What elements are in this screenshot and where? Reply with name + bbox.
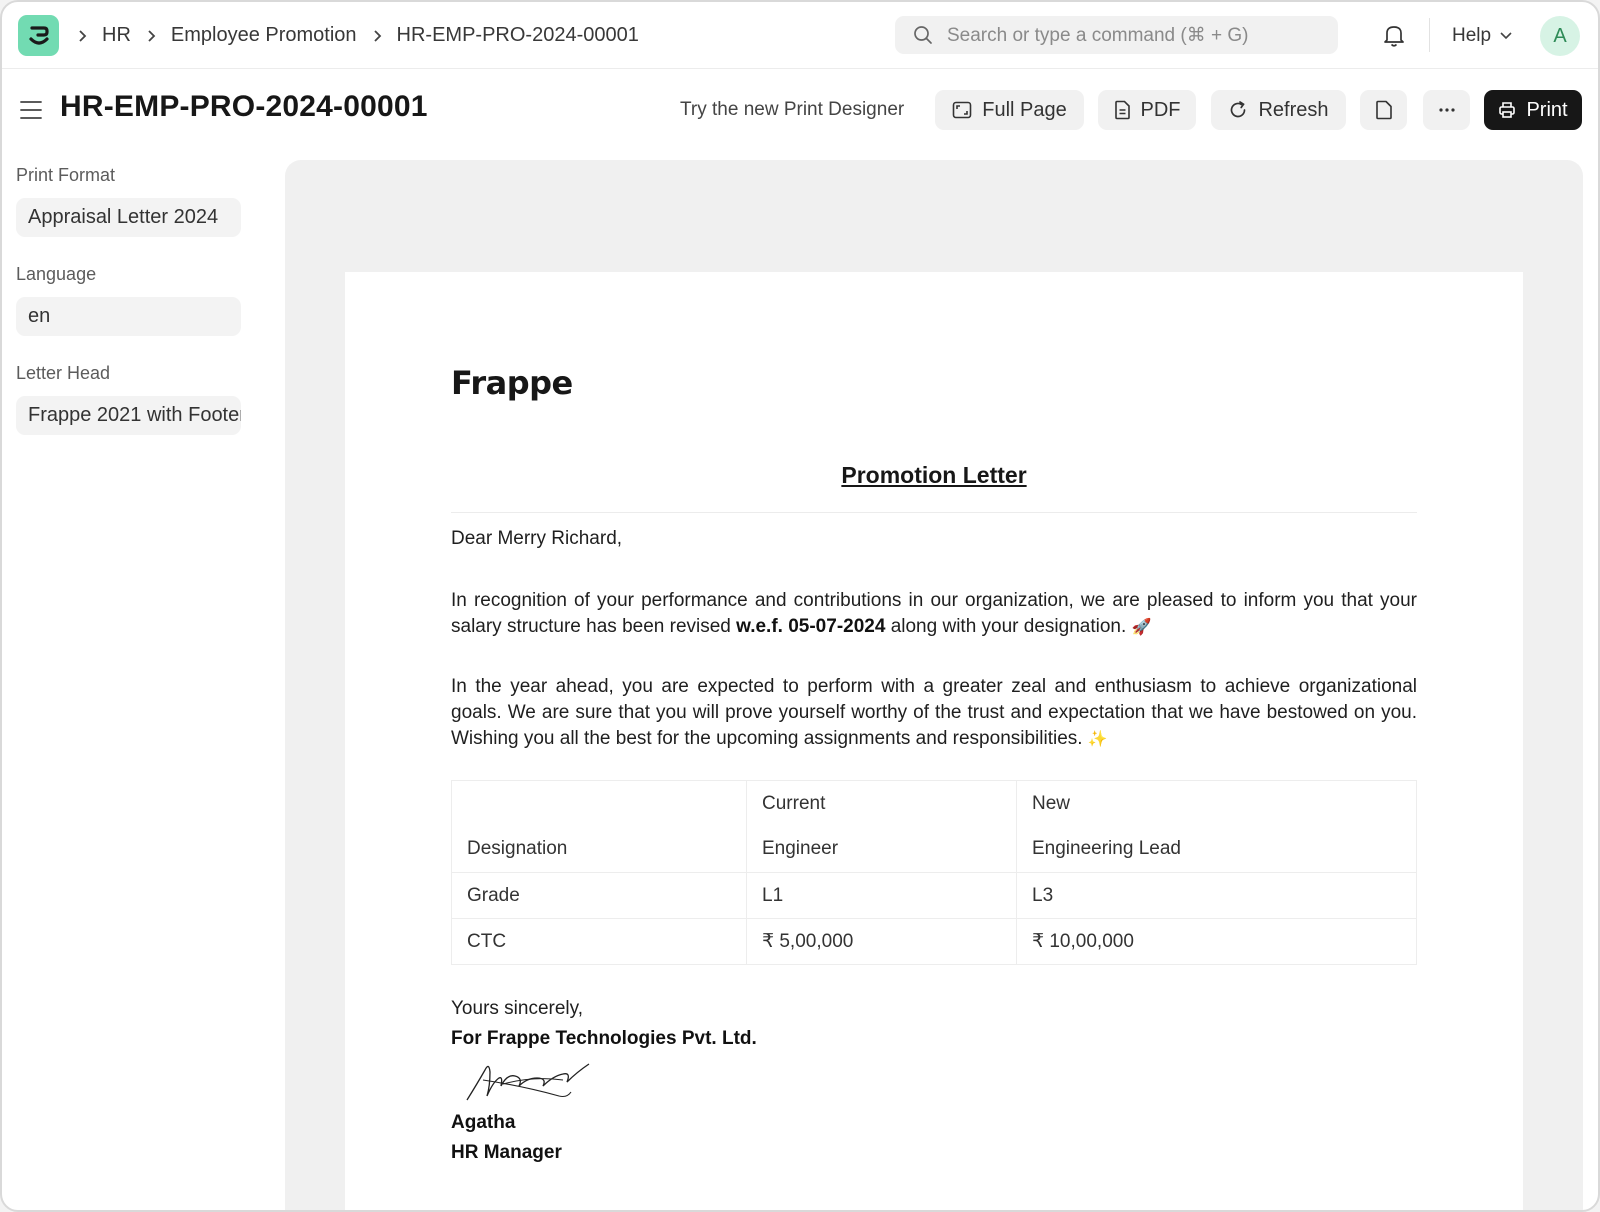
table-header-cell xyxy=(451,780,747,827)
letter-company: For Frappe Technologies Pvt. Ltd. xyxy=(451,1028,757,1049)
chevron-right-icon xyxy=(373,29,383,43)
bell-icon xyxy=(1384,26,1404,47)
printer-icon xyxy=(1499,102,1516,118)
table-cell: Designation xyxy=(451,826,747,873)
search-bar[interactable]: Search or type a command (⌘ + G) xyxy=(895,16,1338,54)
refresh-button[interactable]: Refresh xyxy=(1211,90,1346,130)
letterhead-brand: Frappe xyxy=(451,364,573,402)
expand-icon xyxy=(952,101,972,119)
print-label: Print xyxy=(1526,98,1568,121)
table-cell: CTC xyxy=(451,918,747,965)
para2-text: In the year ahead, you are expected to p… xyxy=(451,676,1417,749)
help-dropdown[interactable]: Help xyxy=(1452,2,1513,69)
more-actions-button[interactable] xyxy=(1423,90,1470,130)
signer-name: Agatha xyxy=(451,1112,516,1133)
pdf-button[interactable]: PDF xyxy=(1098,90,1196,130)
chevron-down-icon xyxy=(1500,31,1512,39)
search-icon xyxy=(914,26,932,44)
sparkles-icon: ✨ xyxy=(1087,731,1108,748)
frappe-logo-icon xyxy=(28,25,49,45)
para1-text-end: along with your designation. xyxy=(885,616,1132,637)
refresh-label: Refresh xyxy=(1258,98,1329,121)
table-cell: Engineering Lead xyxy=(1016,826,1417,873)
breadcrumb-employee-promotion[interactable]: Employee Promotion xyxy=(171,24,357,47)
table-cell: L3 xyxy=(1016,872,1417,919)
table-cell: Engineer xyxy=(746,826,1017,873)
document-settings-button[interactable] xyxy=(1360,90,1407,130)
table-header-cell: New xyxy=(1016,780,1417,827)
rocket-icon: 🚀 xyxy=(1131,619,1152,636)
letter-head-label: Letter Head xyxy=(16,363,111,383)
letter-paragraph-2: In the year ahead, you are expected to p… xyxy=(451,674,1417,753)
letter-head-field[interactable]: Frappe 2021 with Footer xyxy=(16,396,241,435)
language-field[interactable]: en xyxy=(16,297,241,336)
promotion-details-table: Current New Designation Engineer Enginee… xyxy=(451,780,1417,965)
language-label: Language xyxy=(16,264,97,284)
full-page-button[interactable]: Full Page xyxy=(935,90,1084,130)
sidebar-toggle[interactable] xyxy=(19,99,43,126)
letter-title: Promotion Letter xyxy=(841,462,1027,488)
hamburger-icon xyxy=(20,101,42,119)
breadcrumb-document[interactable]: HR-EMP-PRO-2024-00001 xyxy=(397,24,639,47)
table-cell: L1 xyxy=(746,872,1017,919)
title-divider xyxy=(451,512,1417,513)
pdf-label: PDF xyxy=(1140,98,1181,121)
effective-date: w.e.f. 05-07-2024 xyxy=(736,616,886,637)
breadcrumb-hr[interactable]: HR xyxy=(102,24,131,47)
breadcrumb: HR Employee Promotion HR-EMP-PRO-2024-00… xyxy=(78,2,655,69)
print-format-field[interactable]: Appraisal Letter 2024 xyxy=(16,198,241,237)
search-placeholder: Search or type a command (⌘ + G) xyxy=(947,24,1249,46)
print-page: Frappe Promotion Letter Dear Merry Richa… xyxy=(345,272,1523,1210)
print-format-label: Print Format xyxy=(16,165,116,185)
table-header-cell: Current xyxy=(746,780,1017,827)
help-label: Help xyxy=(1452,24,1492,46)
document-icon xyxy=(1375,100,1392,120)
letter-paragraph-1: In recognition of your performance and c… xyxy=(451,588,1417,641)
letter-closing: Yours sincerely, xyxy=(451,998,584,1019)
table-cell: ₹ 5,00,000 xyxy=(746,918,1017,965)
signer-designation: HR Manager xyxy=(451,1142,562,1163)
table-row: Designation Engineer Engineering Lead xyxy=(451,826,1417,873)
chevron-right-icon xyxy=(78,29,88,43)
navbar-divider xyxy=(1429,18,1430,52)
letter-salutation: Dear Merry Richard, xyxy=(451,528,623,549)
page-title: HR-EMP-PRO-2024-00001 xyxy=(60,90,428,123)
notifications-button[interactable] xyxy=(1382,22,1406,53)
table-row: CTC ₹ 5,00,000 ₹ 10,00,000 xyxy=(451,918,1417,965)
ellipsis-icon xyxy=(1438,108,1455,112)
table-cell: ₹ 10,00,000 xyxy=(1016,918,1417,965)
table-header-row: Current New xyxy=(451,780,1417,827)
print-button[interactable]: Print xyxy=(1484,90,1582,130)
signature-image xyxy=(463,1056,593,1111)
app-window: HR Employee Promotion HR-EMP-PRO-2024-00… xyxy=(0,0,1600,1212)
try-print-designer-link[interactable]: Try the new Print Designer xyxy=(680,99,904,121)
chevron-right-icon xyxy=(147,29,157,43)
user-avatar[interactable]: A xyxy=(1540,16,1580,56)
table-row: Grade L1 L3 xyxy=(451,872,1417,919)
table-cell: Grade xyxy=(451,872,747,919)
navbar: HR Employee Promotion HR-EMP-PRO-2024-00… xyxy=(2,2,1598,69)
app-logo[interactable] xyxy=(18,15,59,56)
refresh-icon xyxy=(1231,101,1246,118)
file-icon xyxy=(1114,100,1130,120)
full-page-label: Full Page xyxy=(982,98,1067,121)
